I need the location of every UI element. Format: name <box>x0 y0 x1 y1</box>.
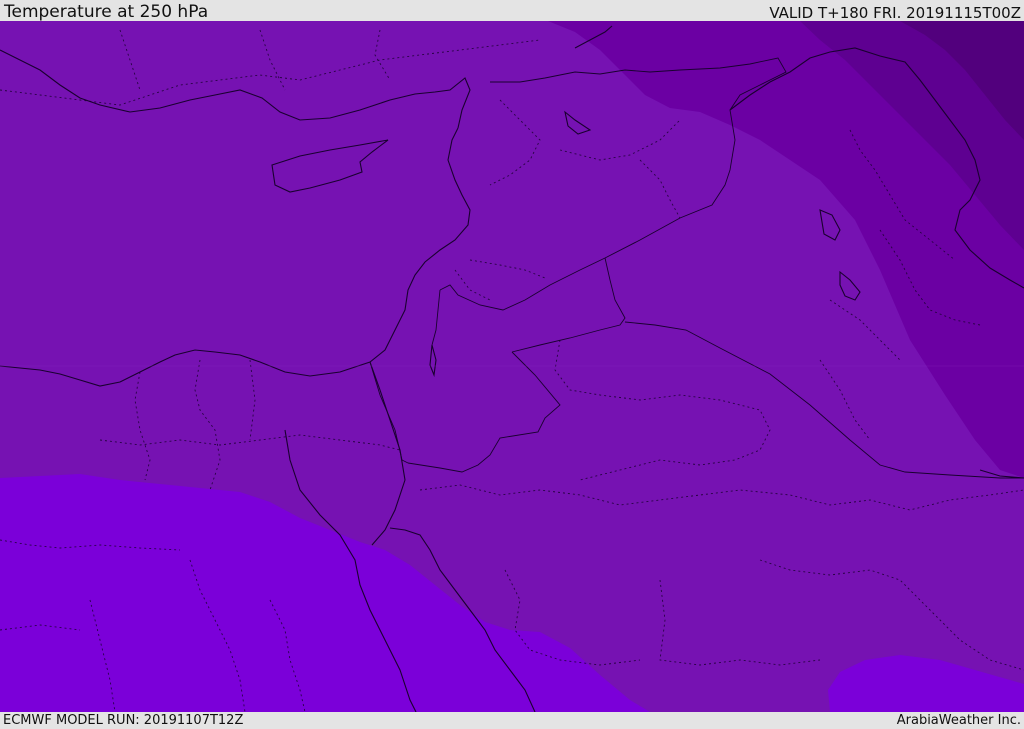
valid-time-label: VALID T+180 FRI. 20191115T00Z <box>769 4 1021 22</box>
model-run-label: ECMWF MODEL RUN: 20191107T12Z <box>3 713 244 728</box>
footer-bar: ECMWF MODEL RUN: 20191107T12Z ArabiaWeat… <box>0 712 1024 729</box>
map-title: Temperature at 250 hPa <box>4 2 209 22</box>
header-bar: Temperature at 250 hPa VALID T+180 FRI. … <box>0 0 1024 21</box>
weather-map <box>0 21 1024 712</box>
map-viewer: Temperature at 250 hPa VALID T+180 FRI. … <box>0 0 1024 729</box>
map-canvas <box>0 21 1024 712</box>
credit-label: ArabiaWeather Inc. <box>896 713 1021 728</box>
